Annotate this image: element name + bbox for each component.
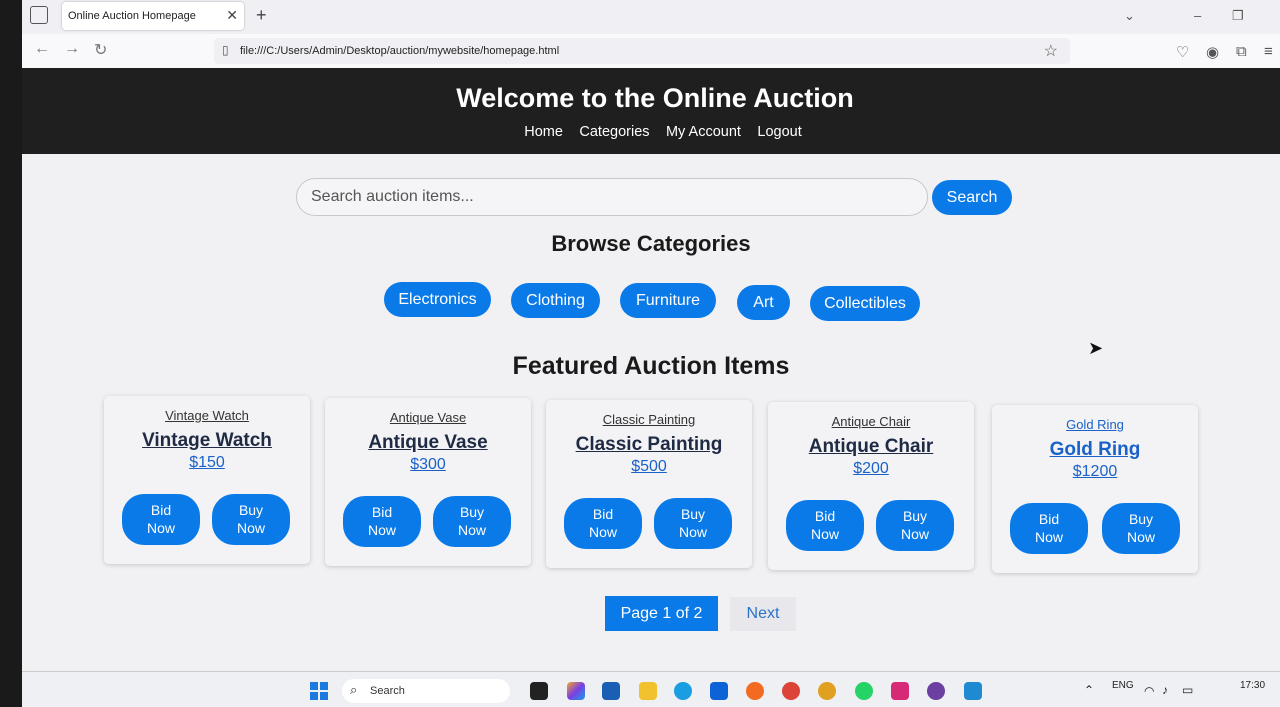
firefox-icon[interactable] xyxy=(746,682,764,700)
volume-icon[interactable]: ♪ xyxy=(1162,683,1168,697)
site-title: Welcome to the Online Auction xyxy=(456,83,854,113)
auction-card: Classic Painting Classic Painting $500 B… xyxy=(546,400,752,568)
chrome-profile-icon[interactable] xyxy=(818,682,836,700)
item-price-link[interactable]: $1200 xyxy=(992,463,1198,481)
back-icon[interactable]: ← xyxy=(34,40,50,58)
site-nav: Home Categories My Account Logout xyxy=(22,123,1280,141)
edge-icon[interactable] xyxy=(674,682,692,700)
menu-icon[interactable]: ≡ xyxy=(1264,43,1273,60)
buy-now-button[interactable]: Buy Now xyxy=(433,496,511,547)
extensions-icon[interactable]: ⧉ xyxy=(1236,43,1247,60)
item-price-link[interactable]: $150 xyxy=(104,454,310,472)
tab-title: Online Auction Homepage xyxy=(68,10,196,22)
battery-icon[interactable]: ▭ xyxy=(1182,683,1193,697)
search-icon: ⌕ xyxy=(350,682,358,697)
copilot-icon[interactable] xyxy=(567,682,585,700)
item-name-link[interactable]: Classic Painting xyxy=(546,434,752,456)
github-desktop-icon[interactable] xyxy=(927,682,945,700)
item-name-link[interactable]: Antique Chair xyxy=(768,436,974,458)
item-price-link[interactable]: $200 xyxy=(768,460,974,478)
windows-start-icon[interactable] xyxy=(310,682,328,700)
dropbox-icon[interactable] xyxy=(710,682,728,700)
instagram-icon[interactable] xyxy=(891,682,909,700)
browser-tab-bar: Online Auction Homepage ✕ + ⌄ – ❐ xyxy=(22,0,1280,32)
tab-overflow-chevron-icon[interactable]: ⌄ xyxy=(1124,8,1135,24)
reload-icon[interactable]: ↻ xyxy=(94,40,107,60)
bookmark-star-icon[interactable]: ☆ xyxy=(1044,41,1058,61)
forward-icon[interactable]: → xyxy=(64,40,80,58)
bid-now-button[interactable]: Bid Now xyxy=(343,496,421,547)
category-art[interactable]: Art xyxy=(737,285,790,320)
auction-card: Antique Vase Antique Vase $300 Bid Now Bu… xyxy=(325,398,531,566)
url-text: file:///C:/Users/Admin/Desktop/auction/m… xyxy=(240,45,560,57)
item-subtitle-link[interactable]: Antique Vase xyxy=(325,410,531,425)
nav-logout[interactable]: Logout xyxy=(757,124,801,140)
file-explorer-icon[interactable] xyxy=(639,682,657,700)
tray-chevron-icon[interactable]: ⌃ xyxy=(1084,683,1094,697)
account-icon[interactable]: ◉ xyxy=(1206,43,1219,61)
browser-toolbar: ← → ↻ ▯ file:///C:/Users/Admin/Desktop/a… xyxy=(22,34,1280,68)
item-name-link[interactable]: Vintage Watch xyxy=(104,430,310,452)
tab-list-icon[interactable] xyxy=(30,6,48,24)
category-furniture[interactable]: Furniture xyxy=(620,283,716,318)
item-name-link[interactable]: Antique Vase xyxy=(325,432,531,454)
buy-now-button[interactable]: Buy Now xyxy=(1102,503,1180,554)
language-indicator[interactable]: ENG xyxy=(1112,680,1134,691)
whatsapp-icon[interactable] xyxy=(855,682,873,700)
minimize-icon[interactable]: – xyxy=(1194,8,1201,23)
page-indicator: Page 1 of 2 xyxy=(605,596,718,631)
item-subtitle-link[interactable]: Antique Chair xyxy=(768,414,974,429)
category-electronics[interactable]: Electronics xyxy=(384,282,491,317)
new-tab-icon[interactable]: + xyxy=(256,5,267,26)
item-subtitle-link[interactable]: Gold Ring xyxy=(992,417,1198,432)
buy-now-button[interactable]: Buy Now xyxy=(654,498,732,549)
clock[interactable]: 17:30 xyxy=(1240,680,1265,691)
site-header: Welcome to the Online Auction Home Categ… xyxy=(22,68,1280,154)
category-clothing[interactable]: Clothing xyxy=(511,283,600,318)
chrome-icon[interactable] xyxy=(782,682,800,700)
pocket-icon[interactable]: ♡ xyxy=(1176,43,1189,61)
auction-card: Gold Ring Gold Ring $1200 Bid Now Buy Now xyxy=(992,405,1198,573)
nav-home[interactable]: Home xyxy=(524,124,563,140)
nav-my-account[interactable]: My Account xyxy=(666,124,741,140)
category-collectibles[interactable]: Collectibles xyxy=(810,286,920,321)
restore-icon[interactable]: ❐ xyxy=(1232,8,1244,24)
mouse-cursor-icon: ➤ xyxy=(1088,338,1104,358)
item-subtitle-link[interactable]: Vintage Watch xyxy=(104,408,310,423)
item-name-link[interactable]: Gold Ring xyxy=(992,439,1198,461)
taskbar-search[interactable]: ⌕ Search xyxy=(342,679,510,703)
item-price-link[interactable]: $500 xyxy=(546,458,752,476)
screen: Online Auction Homepage ✕ + ⌄ – ❐ ← → ↻ … xyxy=(22,0,1280,707)
address-bar[interactable]: ▯ file:///C:/Users/Admin/Desktop/auction… xyxy=(214,38,1070,64)
task-view-icon[interactable] xyxy=(530,682,548,700)
search-input[interactable] xyxy=(296,178,928,216)
bid-now-button[interactable]: Bid Now xyxy=(564,498,642,549)
wifi-icon[interactable]: ◠ xyxy=(1144,684,1154,698)
bid-now-button[interactable]: Bid Now xyxy=(122,494,200,545)
vscode-icon[interactable] xyxy=(964,682,982,700)
taskbar: ⌕ Search ⌃ ENG ◠ ♪ ▭ 17:30 xyxy=(22,671,1280,707)
web-page: Welcome to the Online Auction Home Categ… xyxy=(22,68,1280,671)
categories-title: Browse Categories xyxy=(551,231,751,256)
auction-card: Vintage Watch Vintage Watch $150 Bid Now … xyxy=(104,396,310,564)
auction-card: Antique Chair Antique Chair $200 Bid Now … xyxy=(768,402,974,570)
buy-now-button[interactable]: Buy Now xyxy=(876,500,954,551)
next-page-button[interactable]: Next xyxy=(730,597,796,631)
page-icon: ▯ xyxy=(222,43,229,57)
taskbar-search-label: Search xyxy=(370,685,405,697)
store-icon[interactable] xyxy=(602,682,620,700)
browser-tab[interactable]: Online Auction Homepage ✕ xyxy=(62,2,244,30)
nav-categories[interactable]: Categories xyxy=(579,124,649,140)
search-button[interactable]: Search xyxy=(932,180,1012,215)
item-subtitle-link[interactable]: Classic Painting xyxy=(546,412,752,427)
bid-now-button[interactable]: Bid Now xyxy=(1010,503,1088,554)
buy-now-button[interactable]: Buy Now xyxy=(212,494,290,545)
item-price-link[interactable]: $300 xyxy=(325,456,531,474)
bid-now-button[interactable]: Bid Now xyxy=(786,500,864,551)
close-tab-icon[interactable]: ✕ xyxy=(226,7,238,24)
